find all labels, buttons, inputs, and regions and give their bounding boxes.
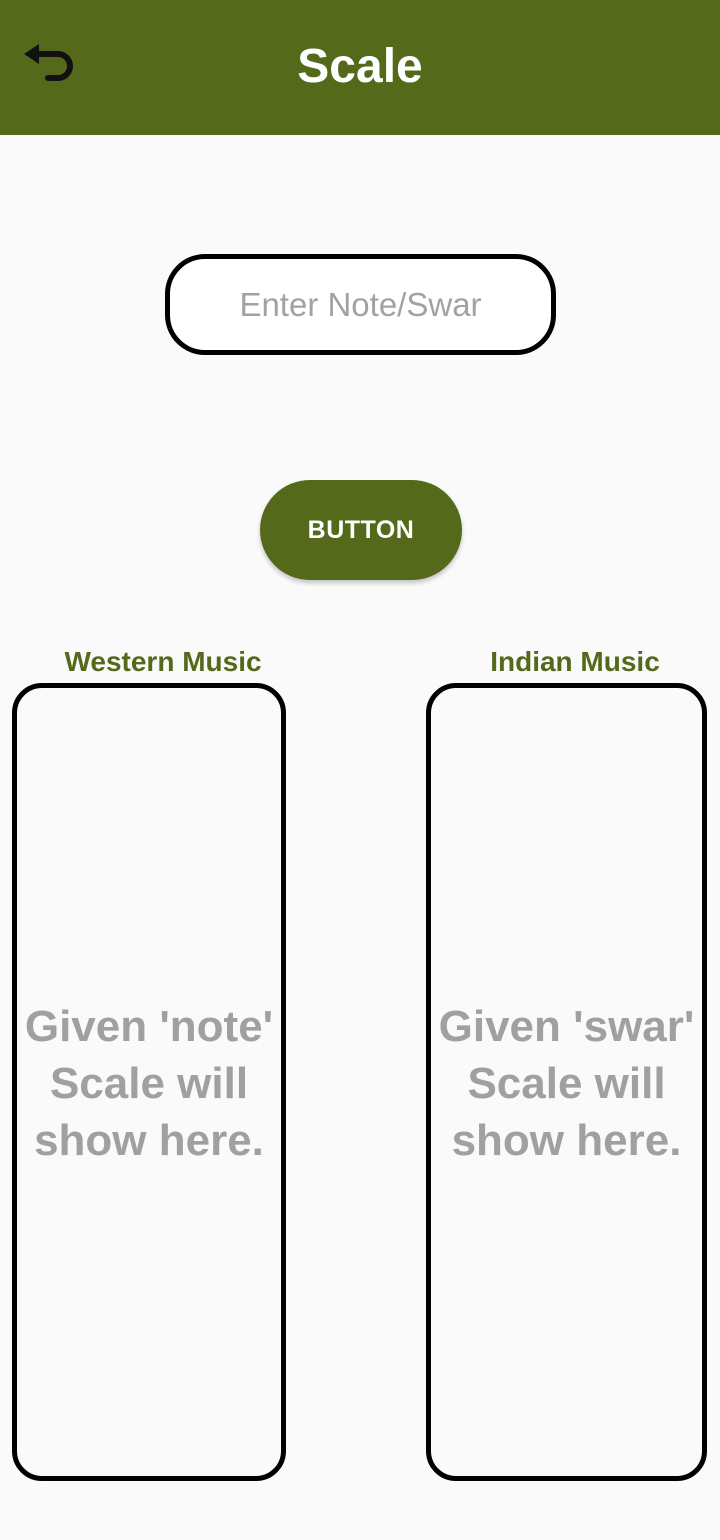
indian-music-label: Indian Music	[490, 646, 660, 677]
indian-scale-panel: Given 'swar' Scale will show here.	[426, 683, 707, 1481]
western-scale-placeholder: Given 'note' Scale will show here.	[24, 1001, 274, 1165]
submit-button[interactable]: BUTTON	[260, 480, 462, 580]
indian-scale-placeholder: Given 'swar' Scale will show here.	[438, 1001, 695, 1165]
western-scale-panel: Given 'note' Scale will show here.	[12, 683, 286, 1481]
note-input-container	[165, 254, 556, 355]
note-swar-input[interactable]	[170, 259, 551, 350]
western-music-label: Western Music	[64, 646, 262, 677]
page-title: Scale	[297, 40, 423, 93]
app-bar: Scale	[0, 0, 720, 135]
